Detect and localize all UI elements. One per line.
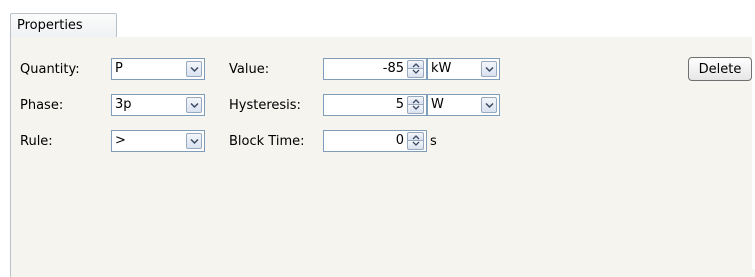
- spin-up-icon[interactable]: [407, 96, 424, 105]
- spin-down-icon[interactable]: [407, 141, 424, 150]
- hysteresis-unit: W: [431, 97, 444, 112]
- delete-button[interactable]: Delete: [688, 57, 752, 81]
- hysteresis-label: Hysteresis:: [229, 98, 301, 113]
- phase-selected-value: 3p: [115, 97, 132, 112]
- phase-select[interactable]: 3p: [111, 94, 205, 116]
- hysteresis-spinbox[interactable]: 5: [323, 94, 427, 116]
- chevron-down-icon[interactable]: [481, 97, 497, 113]
- block-time-spin-buttons[interactable]: [407, 132, 424, 150]
- phase-label: Phase:: [20, 98, 64, 113]
- hysteresis-number: 5: [395, 97, 404, 112]
- rule-selected-value: >: [115, 133, 126, 148]
- rule-select[interactable]: >: [111, 130, 205, 152]
- hysteresis-spin-buttons[interactable]: [407, 96, 424, 114]
- spin-down-icon[interactable]: [407, 105, 424, 114]
- block-time-unit: s: [430, 134, 437, 149]
- value-unit: kW: [431, 61, 452, 76]
- value-number: -85: [382, 61, 404, 76]
- quantity-selected-value: P: [115, 61, 123, 76]
- tab-label: Properties: [17, 18, 83, 33]
- quantity-label: Quantity:: [20, 62, 80, 77]
- chevron-down-icon[interactable]: [186, 97, 202, 113]
- value-unit-select[interactable]: kW: [427, 58, 500, 80]
- rule-label: Rule:: [20, 134, 53, 149]
- spin-up-icon[interactable]: [407, 132, 424, 141]
- value-label: Value:: [229, 62, 270, 77]
- tab-properties[interactable]: Properties: [10, 13, 117, 38]
- block-time-label: Block Time:: [229, 134, 305, 149]
- chevron-down-icon[interactable]: [186, 61, 202, 77]
- top-strip: [0, 0, 755, 12]
- value-spin-buttons[interactable]: [407, 60, 424, 78]
- block-time-spinbox[interactable]: 0: [323, 130, 427, 152]
- spin-up-icon[interactable]: [407, 60, 424, 69]
- quantity-select[interactable]: P: [111, 58, 205, 80]
- spin-down-icon[interactable]: [407, 69, 424, 78]
- chevron-down-icon[interactable]: [481, 61, 497, 77]
- hysteresis-unit-select[interactable]: W: [427, 94, 500, 116]
- block-time-number: 0: [395, 133, 404, 148]
- chevron-down-icon[interactable]: [186, 133, 202, 149]
- value-spinbox[interactable]: -85: [323, 58, 427, 80]
